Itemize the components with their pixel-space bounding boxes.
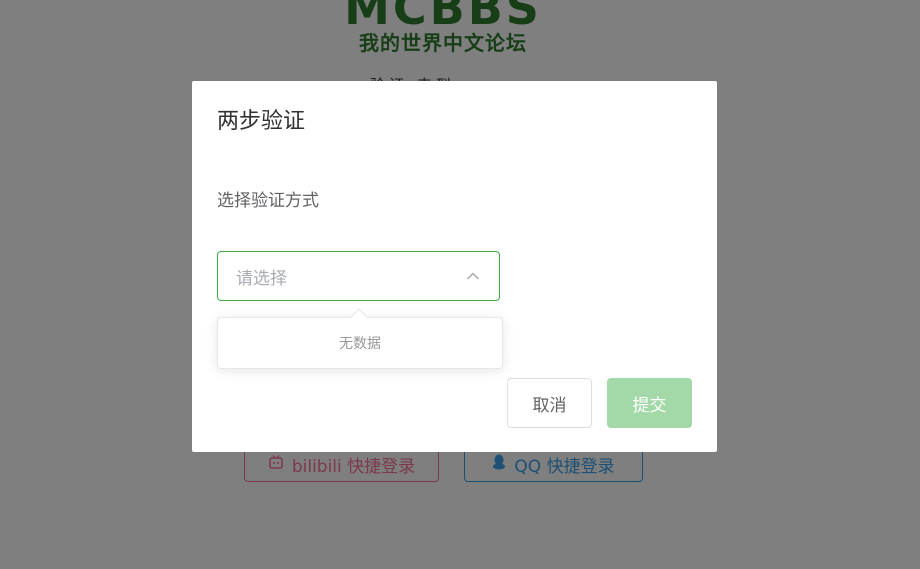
cancel-button[interactable]: 取消 [507,378,592,428]
chevron-up-icon [465,268,481,284]
page: MCBBS 我的世界中文论坛 验证 来到 bilibili 快捷登录 QQ 快捷… [0,0,920,569]
verification-method-label: 选择验证方式 [217,191,319,211]
select-placeholder: 请选择 [236,268,287,289]
dialog-title: 两步验证 [217,109,306,134]
submit-button[interactable]: 提交 [607,378,692,428]
select-dropdown: 无数据 [217,308,503,369]
two-step-verification-dialog: 两步验证 选择验证方式 请选择 无数据 取消 提交 [192,81,717,452]
dropdown-empty-text: 无数据 [339,336,381,352]
verification-method-select[interactable]: 请选择 [217,251,500,301]
dropdown-arrow [350,308,368,326]
